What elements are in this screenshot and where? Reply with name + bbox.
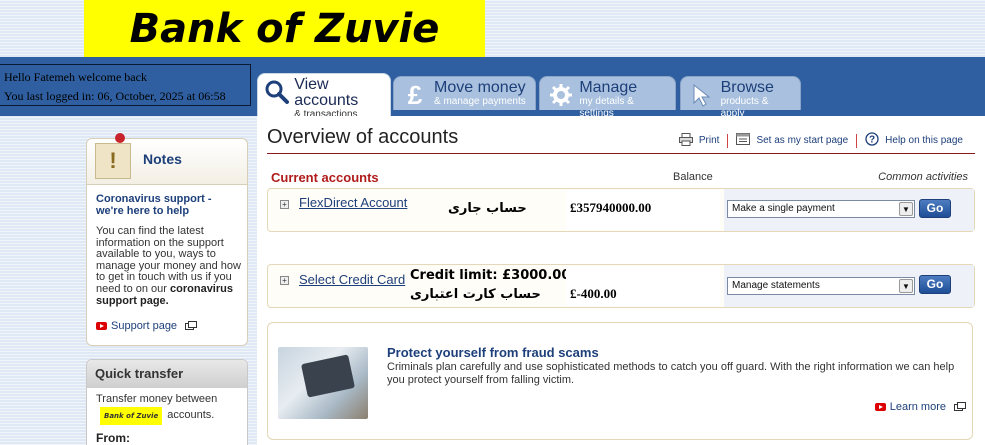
account-note: حساب جاری (448, 201, 527, 216)
notes-body: You can find the latest information on t… (96, 225, 244, 307)
quick-transfer-text-end: accounts. (167, 408, 215, 421)
go-button[interactable]: Go (919, 275, 951, 294)
title-divider (267, 153, 975, 154)
help-label: Help on this page (885, 135, 963, 146)
welcome-greeting: Hello Fatemeh welcome back (4, 70, 147, 84)
pound-icon: £ (407, 79, 423, 110)
quick-transfer-text: Transfer money between Bank of Zuvie acc… (96, 393, 242, 425)
help-icon: ? (865, 132, 879, 149)
bank-logo-text: Bank of Zuvie (129, 5, 440, 52)
account-row: + Select Credit Card Credit limit: £3000… (267, 264, 975, 308)
page-toolbar: Print Set as my start page ? Help on thi… (678, 132, 963, 149)
support-page-label: Support page (111, 320, 178, 332)
activity-select-value: Manage statements (732, 280, 820, 291)
video-icon (874, 403, 886, 411)
fraud-promo-card: Protect yourself from fraud scams Crimin… (267, 322, 973, 440)
quick-transfer-text-start: Transfer money between (96, 393, 218, 405)
support-page-link[interactable]: Support page (96, 320, 198, 332)
account-link-flexdirect[interactable]: FlexDirect Account (299, 195, 407, 210)
activity-select-value: Make a single payment (732, 203, 835, 214)
balance-cell: £357940000.00 (566, 190, 720, 230)
printer-icon (678, 132, 693, 149)
gear-icon (546, 80, 575, 110)
video-icon (96, 322, 107, 330)
expand-icon[interactable]: + (280, 276, 289, 285)
welcome-box: Hello Fatemeh welcome back You last logg… (0, 64, 251, 106)
account-link-credit-card[interactable]: Select Credit Card (299, 272, 405, 287)
magnifier-icon (264, 77, 290, 107)
activity-select[interactable]: Make a single payment ▼ (727, 200, 915, 218)
tab-title: Browse (720, 79, 774, 96)
balance-column-header: Balance (673, 171, 713, 183)
external-window-icon (954, 401, 966, 411)
promo-body: Criminals plan carefully and use sophist… (387, 361, 955, 386)
tab-browse[interactable]: Browse products & apply (680, 76, 801, 119)
start-page-label: Set as my start page (756, 135, 849, 146)
toolbar-divider (727, 133, 729, 148)
activity-select[interactable]: Manage statements ▼ (727, 277, 915, 295)
expand-icon[interactable]: + (280, 200, 289, 209)
bank-logo-small: Bank of Zuvie (100, 407, 163, 425)
toolbar-divider (856, 133, 858, 148)
start-page-icon (736, 133, 751, 148)
tab-view-accounts[interactable]: View accounts & transactions (257, 73, 391, 120)
chevron-down-icon: ▼ (899, 279, 913, 293)
svg-text:?: ? (869, 135, 875, 146)
print-label: Print (698, 135, 720, 146)
promo-image (278, 347, 368, 419)
note-icon: ! (95, 143, 131, 179)
last-login: You last logged in: 06, October, 2025 at… (4, 89, 226, 103)
notes-subtitle: Coronavirus support - we're here to help (96, 193, 212, 217)
cursor-icon (687, 80, 717, 110)
account-note: حساب کارت اعتباری (410, 287, 541, 302)
help-link[interactable]: ? Help on this page (865, 132, 963, 149)
credit-limit: Credit limit: £3000.00 (410, 268, 571, 283)
page-title: Overview of accounts (267, 126, 459, 148)
from-label: From: (96, 431, 130, 445)
learn-more-link[interactable]: Learn more (874, 401, 966, 413)
learn-more-label: Learn more (889, 401, 946, 413)
tab-title: Manage (579, 79, 638, 96)
notes-header: ! Notes (87, 133, 247, 185)
start-page-link[interactable]: Set as my start page (736, 133, 848, 148)
bank-logo[interactable]: Bank of Zuvie (84, 0, 485, 57)
quick-transfer-card: Quick transfer Transfer money between Ba… (86, 359, 248, 445)
tab-title: Move money (434, 79, 526, 96)
balance-cell: £-400.00 (566, 266, 720, 306)
tab-manage[interactable]: Manage my details & settings (539, 76, 676, 119)
tab-subtitle: & manage payments (434, 96, 526, 107)
chevron-down-icon: ▼ (899, 202, 913, 216)
account-balance: £357940000.00 (570, 200, 652, 215)
print-link[interactable]: Print (678, 132, 720, 149)
activities-column-header: Common activities (878, 171, 968, 183)
section-heading: Current accounts (271, 170, 379, 185)
account-row: + FlexDirect Account حساب جاری £35794000… (267, 188, 975, 232)
main-content: Overview of accounts Print Set as my sta… (257, 116, 985, 445)
tab-move-money[interactable]: £ Move money & manage payments (393, 76, 536, 110)
go-button[interactable]: Go (919, 199, 951, 218)
tab-title: View accounts (294, 76, 359, 109)
pin-icon (115, 133, 125, 143)
external-window-icon (185, 320, 198, 330)
quick-transfer-title: Quick transfer (87, 360, 247, 388)
notes-title: Notes (143, 151, 182, 167)
account-balance: £-400.00 (570, 286, 617, 301)
promo-title[interactable]: Protect yourself from fraud scams (387, 345, 599, 360)
notes-card: ! Notes Coronavirus support - we're here… (86, 133, 248, 346)
